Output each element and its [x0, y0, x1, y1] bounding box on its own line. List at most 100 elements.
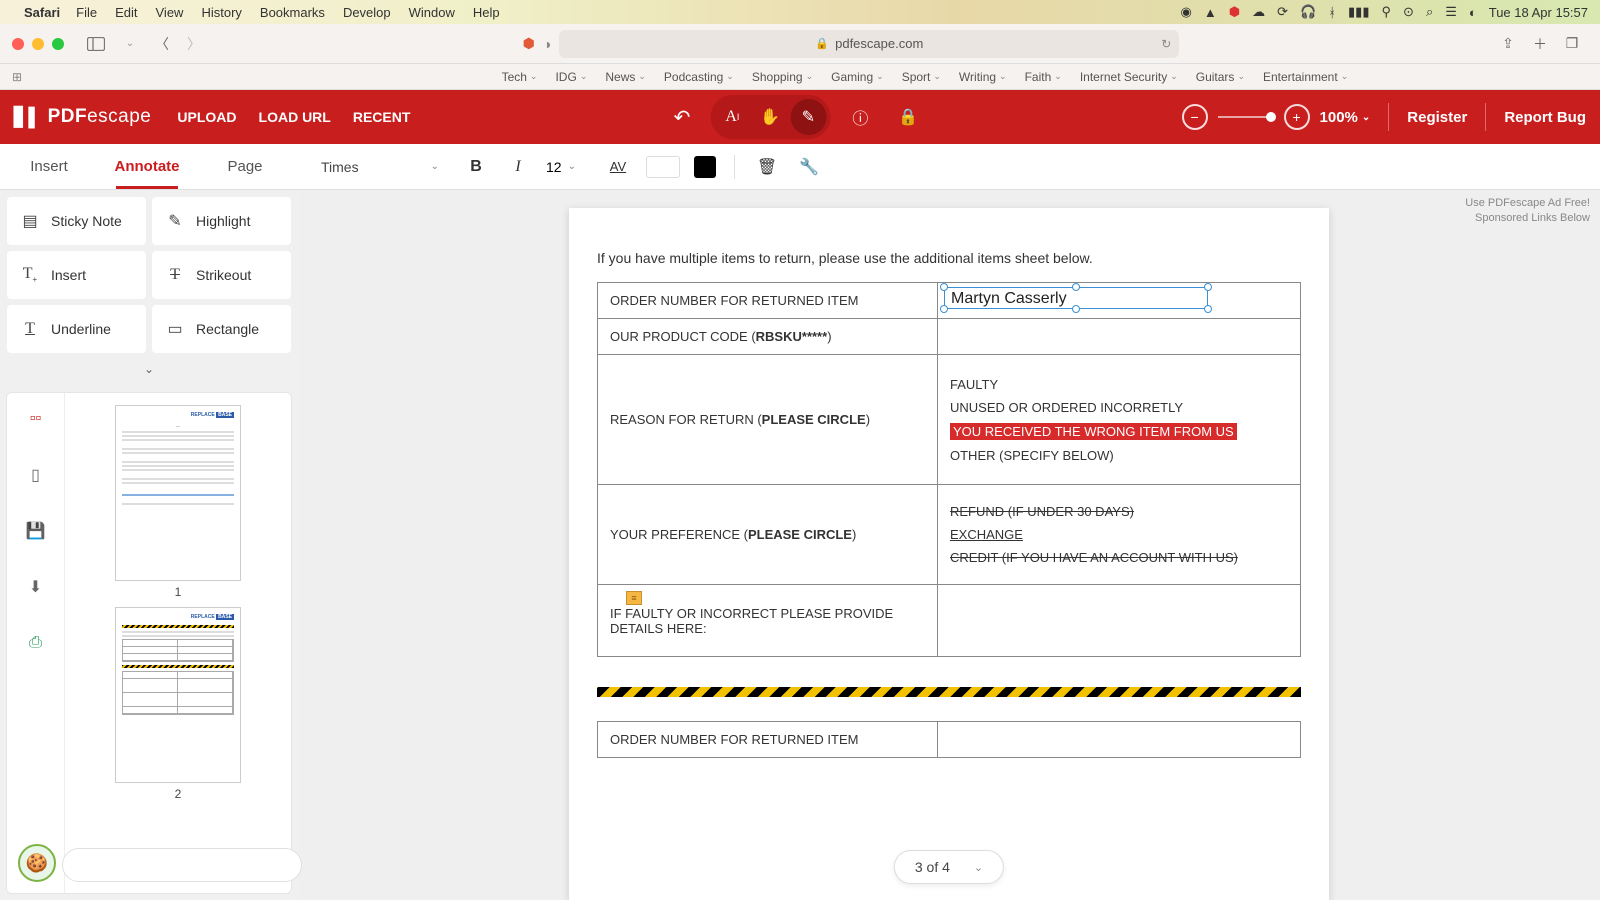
- share-icon[interactable]: ⇪: [1494, 30, 1522, 58]
- italic-button[interactable]: I: [504, 153, 532, 181]
- text-color-well[interactable]: [694, 156, 716, 178]
- back-button[interactable]: 〈: [148, 30, 176, 58]
- bluetooth-icon[interactable]: ᚼ: [1328, 5, 1336, 20]
- tabs-icon[interactable]: ❐: [1558, 30, 1586, 58]
- menu-bookmarks[interactable]: Bookmarks: [260, 5, 325, 20]
- status-icon[interactable]: ▲: [1204, 5, 1217, 20]
- tools-icon[interactable]: 🔧: [795, 153, 823, 181]
- upload-button[interactable]: UPLOAD: [177, 109, 236, 125]
- menu-help[interactable]: Help: [473, 5, 500, 20]
- print-icon[interactable]: ⎙: [24, 631, 48, 655]
- bookmark-folder[interactable]: Faith⌄: [1025, 70, 1062, 84]
- highlight-tool[interactable]: ✎Highlight: [152, 197, 291, 245]
- status-icon[interactable]: ◉: [1181, 4, 1192, 20]
- search-icon[interactable]: ⌕: [1426, 4, 1433, 20]
- menu-window[interactable]: Window: [409, 5, 455, 20]
- headphones-icon[interactable]: 🎧: [1300, 4, 1316, 20]
- address-bar[interactable]: 🔒 pdfescape.com ↻: [559, 30, 1179, 58]
- register-button[interactable]: Register: [1407, 109, 1467, 126]
- highlight-color-well[interactable]: [646, 156, 680, 178]
- thumbnails-view-icon[interactable]: ▫▫: [24, 407, 48, 431]
- bookmark-folder[interactable]: Internet Security⌄: [1080, 70, 1178, 84]
- zoom-slider[interactable]: [1218, 116, 1274, 118]
- tab-page[interactable]: Page: [196, 144, 294, 189]
- load-url-button[interactable]: LOAD URL: [259, 109, 331, 125]
- sticky-note-annotation[interactable]: ≡: [626, 591, 642, 605]
- spotlight-icon[interactable]: ⊙: [1403, 4, 1414, 20]
- rectangle-tool[interactable]: ▭Rectangle: [152, 305, 291, 353]
- menu-file[interactable]: File: [76, 5, 97, 20]
- bookmark-folder[interactable]: Sport⌄: [902, 70, 941, 84]
- zoom-in-button[interactable]: +: [1284, 104, 1310, 130]
- page-indicator[interactable]: 3 of 4 ⌄: [894, 850, 1004, 884]
- font-family-select[interactable]: Times⌄: [312, 152, 448, 182]
- window-minimize-button[interactable]: [32, 38, 44, 50]
- recent-button[interactable]: RECENT: [353, 109, 411, 125]
- bookmark-folder[interactable]: Gaming⌄: [831, 70, 884, 84]
- status-icon[interactable]: ☁: [1252, 4, 1265, 20]
- privacy-report-icon[interactable]: ◑: [543, 36, 551, 52]
- save-icon[interactable]: 💾: [24, 519, 48, 543]
- sticky-note-tool[interactable]: ▤Sticky Note: [7, 197, 146, 245]
- app-logo[interactable]: ▋▌ PDFescape: [14, 106, 151, 128]
- undo-icon[interactable]: ↶: [674, 105, 691, 130]
- bookmark-folder[interactable]: Podcasting⌄: [664, 70, 734, 84]
- expand-tools-button[interactable]: ⌄: [4, 356, 294, 382]
- bookmarks-view-icon[interactable]: ▯: [24, 463, 48, 487]
- delete-icon[interactable]: 🗑: [753, 153, 781, 181]
- format-toolbar: Insert Annotate Page Times⌄ B I 12⌄ AV 🗑…: [0, 144, 1600, 190]
- bookmark-folder[interactable]: Shopping⌄: [752, 70, 813, 84]
- sidebar-toggle-icon[interactable]: [82, 30, 110, 58]
- bookmark-folder[interactable]: Writing⌄: [959, 70, 1007, 84]
- forward-button[interactable]: 〉: [180, 30, 208, 58]
- menu-edit[interactable]: Edit: [115, 5, 137, 20]
- window-close-button[interactable]: [12, 38, 24, 50]
- start-page-icon[interactable]: ⊞: [12, 70, 22, 84]
- bookmark-folder[interactable]: Tech⌄: [502, 70, 538, 84]
- text-tool-icon[interactable]: AI: [714, 99, 750, 135]
- search-input[interactable]: [62, 848, 302, 882]
- info-icon[interactable]: ⓘ: [842, 99, 878, 135]
- lock-tool-icon[interactable]: 🔒: [890, 99, 926, 135]
- edit-tool-icon[interactable]: ✎: [790, 99, 826, 135]
- battery-icon[interactable]: ▮▮▮: [1348, 4, 1369, 20]
- zoom-level[interactable]: 100%⌄: [1320, 109, 1371, 126]
- strikeout-tool[interactable]: TStrikeout: [152, 251, 291, 299]
- pan-tool-icon[interactable]: ✋: [752, 99, 788, 135]
- status-icon[interactable]: ⟳: [1277, 4, 1288, 20]
- bookmark-folder[interactable]: IDG⌄: [555, 70, 587, 84]
- control-center-icon[interactable]: ☰: [1445, 4, 1457, 20]
- status-icon[interactable]: ⬢: [1229, 4, 1240, 20]
- bookmark-folder[interactable]: Entertainment⌄: [1263, 70, 1348, 84]
- window-maximize-button[interactable]: [52, 38, 64, 50]
- bookmark-folder[interactable]: Guitars⌄: [1196, 70, 1245, 84]
- tab-insert[interactable]: Insert: [0, 144, 98, 189]
- zoom-out-button[interactable]: −: [1182, 104, 1208, 130]
- siri-icon[interactable]: ◐: [1469, 5, 1477, 20]
- wifi-icon[interactable]: ⚲: [1382, 4, 1392, 20]
- adblock-icon[interactable]: ⬢: [523, 35, 535, 52]
- chevron-down-icon[interactable]: ⌄: [116, 30, 144, 58]
- bold-button[interactable]: B: [462, 153, 490, 181]
- menu-develop[interactable]: Develop: [343, 5, 391, 20]
- report-bug-button[interactable]: Report Bug: [1504, 109, 1586, 126]
- underline-tool[interactable]: TUnderline: [7, 305, 146, 353]
- chevron-down-icon[interactable]: ⌄: [974, 861, 983, 874]
- text-annotation-selected[interactable]: Martyn Casserly: [944, 287, 1208, 309]
- menubar-clock[interactable]: Tue 18 Apr 15:57: [1489, 5, 1588, 20]
- font-size-select[interactable]: 12⌄: [546, 159, 590, 175]
- insert-text-tool[interactable]: T+Insert: [7, 251, 146, 299]
- kerning-icon[interactable]: AV: [604, 153, 632, 181]
- app-menu[interactable]: Safari: [24, 5, 60, 20]
- menu-view[interactable]: View: [156, 5, 184, 20]
- download-icon[interactable]: ⬇: [24, 575, 48, 599]
- page-thumbnail[interactable]: REPLACE BASE: [115, 607, 241, 801]
- tab-annotate[interactable]: Annotate: [98, 144, 196, 189]
- menu-history[interactable]: History: [201, 5, 241, 20]
- cookie-settings-button[interactable]: 🍪: [18, 844, 56, 882]
- bookmark-folder[interactable]: News⌄: [605, 70, 646, 84]
- document-canvas[interactable]: Use PDFescape Ad Free! Sponsored Links B…: [298, 190, 1600, 900]
- reload-icon[interactable]: ↻: [1161, 37, 1171, 51]
- new-tab-icon[interactable]: ＋: [1526, 30, 1554, 58]
- page-thumbnail[interactable]: REPLACE BASE — 1: [115, 405, 241, 599]
